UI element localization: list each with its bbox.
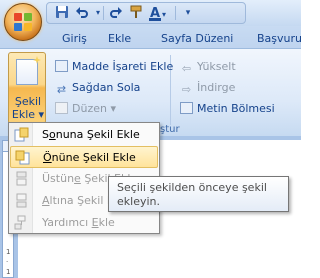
sekil-ekle-label-line2: Ekle ▾ [11, 108, 45, 121]
add-shape-below-icon [16, 193, 27, 208]
add-assistant-icon [14, 215, 26, 230]
ruler-tick: 1 [6, 248, 11, 256]
yukselt-label: Yükselt [197, 60, 236, 73]
save-icon[interactable] [53, 5, 71, 21]
indirge-label: İndirge [197, 81, 236, 94]
svg-text:▾: ▾ [162, 10, 166, 19]
indirge-button[interactable]: ⇨ İndirge [180, 79, 235, 97]
duzen-button[interactable]: Düzen ▾ [55, 100, 116, 118]
ribbon-tab-strip: Giriş Ekle Sayfa Düzeni Başvuru [0, 26, 302, 48]
undo-dropdown-icon[interactable]: ▾ [89, 5, 107, 21]
qat-separator [175, 6, 176, 20]
add-shape-before-icon [15, 150, 30, 165]
sekil-ekle-button[interactable]: Şekil Ekle ▾ [8, 52, 46, 124]
add-shape-above-icon [16, 171, 27, 186]
office-button[interactable] [4, 3, 42, 41]
madde-isareti-ekle-label: Madde İşareti Ekle [72, 60, 174, 73]
customize-qat-icon[interactable]: ▾ [179, 5, 197, 21]
duzen-label: Düzen ▾ [72, 102, 116, 115]
sagdan-sola-label: Sağdan Sola [72, 81, 141, 94]
menu-item-sonuna-sekil-ekle[interactable]: Sonuna Şekil Ekle [10, 124, 158, 146]
tooltip-line-1: Seçili şekilden önceye şekil [117, 181, 267, 194]
office-logo-icon [14, 13, 33, 32]
promote-icon: ⇦ [181, 62, 192, 75]
menu-item-onune-sekil-ekle[interactable]: Önüne Şekil Ekle [10, 146, 158, 168]
add-shape-after-icon [14, 127, 29, 142]
tooltip: Seçili şekilden önceye şekil ekleyin. [108, 176, 289, 212]
madde-isareti-ekle-button[interactable]: Madde İşareti Ekle [55, 58, 173, 76]
menu-item-label: Sonuna Şekil Ekle [42, 128, 140, 141]
ribbon-group-label: ştur [160, 124, 180, 135]
menu-item-yardimci-ekle[interactable]: Yardımcı Ekle [10, 212, 158, 234]
tab-giris[interactable]: Giriş [62, 30, 87, 48]
right-to-left-icon: ⇄ [56, 83, 67, 96]
quick-access-toolbar: ▾ A ▾ ▾ [46, 2, 246, 24]
layout-icon [55, 102, 68, 114]
metin-bolmesi-label: Metin Bölmesi [197, 102, 275, 115]
redo-icon[interactable] [107, 5, 125, 21]
text-pane-icon [180, 102, 193, 114]
tab-basvurular[interactable]: Başvuru [257, 30, 302, 48]
tooltip-line-2: ekleyin. [117, 195, 160, 208]
tab-sayfa-duzeni[interactable]: Sayfa Düzeni [161, 30, 233, 48]
font-color-icon[interactable]: A ▾ [147, 5, 171, 21]
ruler-tick: 1 [6, 268, 11, 276]
format-painter-icon[interactable] [127, 5, 145, 21]
sagdan-sola-button[interactable]: ⇄ Sağdan Sola [55, 79, 141, 97]
menu-item-label: Önüne Şekil Ekle [43, 151, 136, 164]
tab-ekle[interactable]: Ekle [108, 30, 131, 48]
demote-icon: ⇨ [181, 83, 192, 96]
menu-item-label: Yardımcı Ekle [42, 216, 115, 229]
qat-separator [103, 6, 104, 20]
sekil-ekle-label-line1: Şekil [14, 95, 42, 108]
bullet-add-icon [55, 60, 68, 72]
yukselt-button[interactable]: ⇦ Yükselt [180, 58, 236, 76]
ruler-tick: · [6, 258, 9, 266]
metin-bolmesi-button[interactable]: Metin Bölmesi [180, 100, 275, 118]
add-shape-icon [16, 59, 38, 85]
